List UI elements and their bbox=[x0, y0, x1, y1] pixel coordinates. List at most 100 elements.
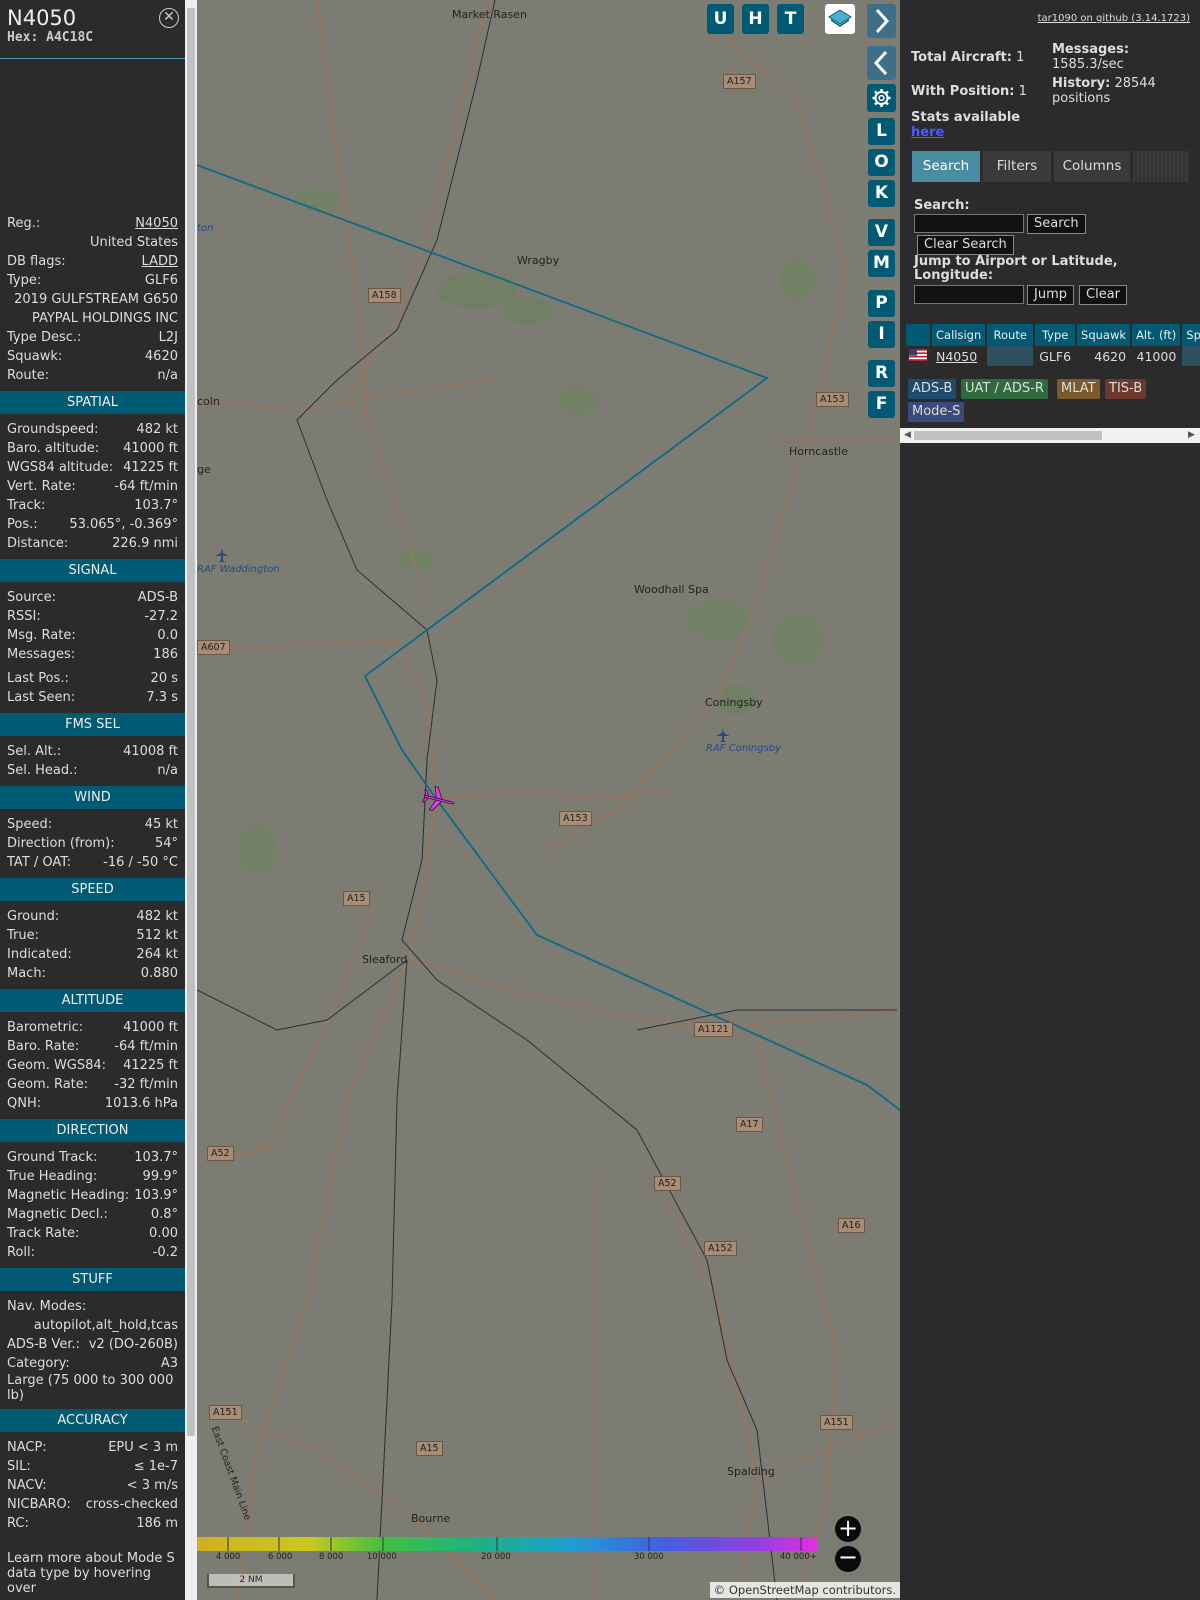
detail-row: Geom. WGS84: 41225 ft bbox=[0, 1056, 185, 1075]
tab-search[interactable]: Search bbox=[912, 151, 980, 182]
detail-row: Speed: 45 kt bbox=[0, 815, 185, 834]
detail-label: Roll: bbox=[7, 1245, 36, 1260]
detail-row: Baro. altitude: 41000 ft bbox=[0, 439, 185, 458]
detail-row: WGS84 altitude: 41225 ft bbox=[0, 458, 185, 477]
flag-cell bbox=[906, 346, 932, 366]
detail-row: SIL: ≤ 1e-7 bbox=[0, 1457, 185, 1476]
tab-filters[interactable]: Filters bbox=[983, 151, 1051, 182]
scroll-left-icon[interactable]: ◀ bbox=[904, 430, 911, 440]
zoom-out-button[interactable]: − bbox=[835, 1545, 861, 1572]
section-header-stuff[interactable]: STUFF bbox=[0, 1268, 185, 1291]
detail-label: Vert. Rate: bbox=[7, 479, 76, 494]
badge-mlat: MLAT bbox=[1057, 379, 1100, 399]
zoom-in-button[interactable]: + bbox=[835, 1516, 861, 1542]
tab-extra[interactable] bbox=[1133, 151, 1189, 182]
col-spd[interactable]: Spd. bbox=[1181, 324, 1200, 346]
section-header-direction[interactable]: DIRECTION bbox=[0, 1119, 185, 1142]
scroll-right-icon[interactable]: ▶ bbox=[1188, 430, 1195, 440]
detail-row: Ground Track: 103.7° bbox=[0, 1148, 185, 1167]
scale-label: 20 000 bbox=[481, 1552, 511, 1562]
detail-row: True Heading: 99.9° bbox=[0, 1167, 185, 1186]
col-callsign[interactable]: Callsign bbox=[931, 324, 988, 346]
callsign-cell[interactable]: N4050 bbox=[931, 346, 988, 366]
section-header-speed[interactable]: SPEED bbox=[0, 878, 185, 901]
o-button[interactable]: O bbox=[868, 149, 895, 176]
table-scrollbar-thumb[interactable] bbox=[914, 431, 1102, 440]
sidebar-header: N4050 Hex: A4C18C bbox=[0, 0, 185, 59]
clear-button[interactable]: Clear bbox=[1079, 285, 1127, 305]
detail-label: Category: bbox=[7, 1356, 70, 1371]
section-header-spatial[interactable]: SPATIAL bbox=[0, 391, 185, 414]
settings-button[interactable] bbox=[867, 84, 896, 112]
detail-label: Msg. Rate: bbox=[7, 628, 76, 643]
collapse-button[interactable] bbox=[867, 46, 896, 80]
search-input[interactable] bbox=[914, 214, 1024, 233]
col-flag[interactable] bbox=[906, 324, 932, 346]
detail-label: RC: bbox=[7, 1516, 29, 1531]
layers-button[interactable] bbox=[825, 4, 855, 34]
detail-row: Track: 103.7° bbox=[0, 496, 185, 515]
i-button[interactable]: I bbox=[868, 321, 895, 348]
detail-value: -27.2 bbox=[144, 609, 178, 624]
h-button[interactable]: H bbox=[742, 4, 769, 34]
jump-button[interactable]: Jump bbox=[1027, 285, 1074, 305]
stats-link[interactable]: here bbox=[911, 125, 944, 140]
tab-columns[interactable]: Columns bbox=[1054, 151, 1130, 182]
section-header-signal[interactable]: SIGNAL bbox=[0, 559, 185, 582]
col-squawk[interactable]: Squawk bbox=[1076, 324, 1133, 346]
road-label: A1121 bbox=[694, 1022, 733, 1037]
expand-button[interactable] bbox=[867, 4, 896, 38]
detail-value: 41225 ft bbox=[123, 1058, 178, 1073]
search-button[interactable]: Search bbox=[1027, 214, 1086, 234]
p-button[interactable]: P bbox=[868, 290, 895, 317]
detail-link[interactable]: LADD bbox=[142, 252, 178, 271]
github-link[interactable]: tar1090 on github (3.14.1723) bbox=[1038, 13, 1190, 24]
col-type[interactable]: Type bbox=[1034, 324, 1078, 346]
detail-row: Sel. Alt.: 41008 ft bbox=[0, 742, 185, 761]
detail-row: ADS-B Ver.: v2 (DO-260B) bbox=[0, 1335, 185, 1354]
section-header-wind[interactable]: WIND bbox=[0, 786, 185, 809]
detail-row: QNH: 1013.6 hPa bbox=[0, 1094, 185, 1113]
v-button[interactable]: V bbox=[868, 219, 895, 246]
badge-tisb: TIS-B bbox=[1105, 379, 1147, 399]
t-button[interactable]: T bbox=[777, 4, 804, 34]
detail-row: Vert. Rate: -64 ft/min bbox=[0, 477, 185, 496]
f-button[interactable]: F bbox=[868, 391, 895, 418]
scale-label: 4 000 bbox=[216, 1552, 241, 1562]
jump-input[interactable] bbox=[914, 285, 1024, 304]
detail-value: 0.0 bbox=[157, 628, 178, 643]
section-header-fms-sel[interactable]: FMS SEL bbox=[0, 713, 185, 736]
section-header-altitude[interactable]: ALTITUDE bbox=[0, 989, 185, 1012]
detail-value: 7.3 s bbox=[146, 690, 178, 705]
k-button[interactable]: K bbox=[868, 180, 895, 207]
table-row[interactable]: N4050 GLF6 4620 41000 bbox=[906, 346, 1200, 366]
detail-row: Reg.: N4050 bbox=[0, 214, 185, 233]
callsign-link[interactable]: N4050 bbox=[936, 349, 977, 364]
history-stat: History: 28544 positions bbox=[1052, 76, 1192, 106]
detail-value: 41225 ft bbox=[123, 460, 178, 475]
detail-value: 186 m bbox=[136, 1516, 178, 1531]
place-label: Bourne bbox=[411, 1512, 451, 1525]
close-icon[interactable]: ✕ bbox=[159, 8, 179, 28]
r-button[interactable]: R bbox=[868, 360, 895, 387]
section-header-accuracy[interactable]: ACCURACY bbox=[0, 1409, 185, 1432]
sidebar-scrollbar-thumb[interactable] bbox=[187, 8, 195, 1436]
u-button[interactable]: U bbox=[707, 4, 734, 34]
clear-search-button[interactable]: Clear Search bbox=[917, 235, 1014, 255]
detail-link[interactable]: N4050 bbox=[135, 214, 178, 233]
scale-label: 6 000 bbox=[268, 1552, 293, 1562]
m-button[interactable]: M bbox=[868, 250, 895, 277]
aircraft-details: Reg.: N4050 United States DB flags: LADD Type… bbox=[0, 214, 185, 1533]
detail-value: 2019 GULFSTREAM G650 bbox=[14, 292, 178, 307]
detail-row: Ground: 482 kt bbox=[0, 907, 185, 926]
col-alt[interactable]: Alt. (ft) bbox=[1131, 324, 1183, 346]
place-label: Coningsby bbox=[705, 696, 763, 709]
detail-row: NACV: < 3 m/s bbox=[0, 1476, 185, 1495]
col-route[interactable]: Route bbox=[986, 324, 1036, 346]
attribution-link[interactable]: OpenStreetMap bbox=[729, 1583, 819, 1597]
map-view[interactable]: Market Rasen Wragby Horncastle Woodhall … bbox=[197, 0, 900, 1600]
detail-value: 512 kt bbox=[136, 928, 178, 943]
place-label: Sleaford bbox=[362, 953, 408, 966]
aircraft-icon[interactable] bbox=[422, 785, 458, 815]
l-button[interactable]: L bbox=[868, 118, 895, 145]
